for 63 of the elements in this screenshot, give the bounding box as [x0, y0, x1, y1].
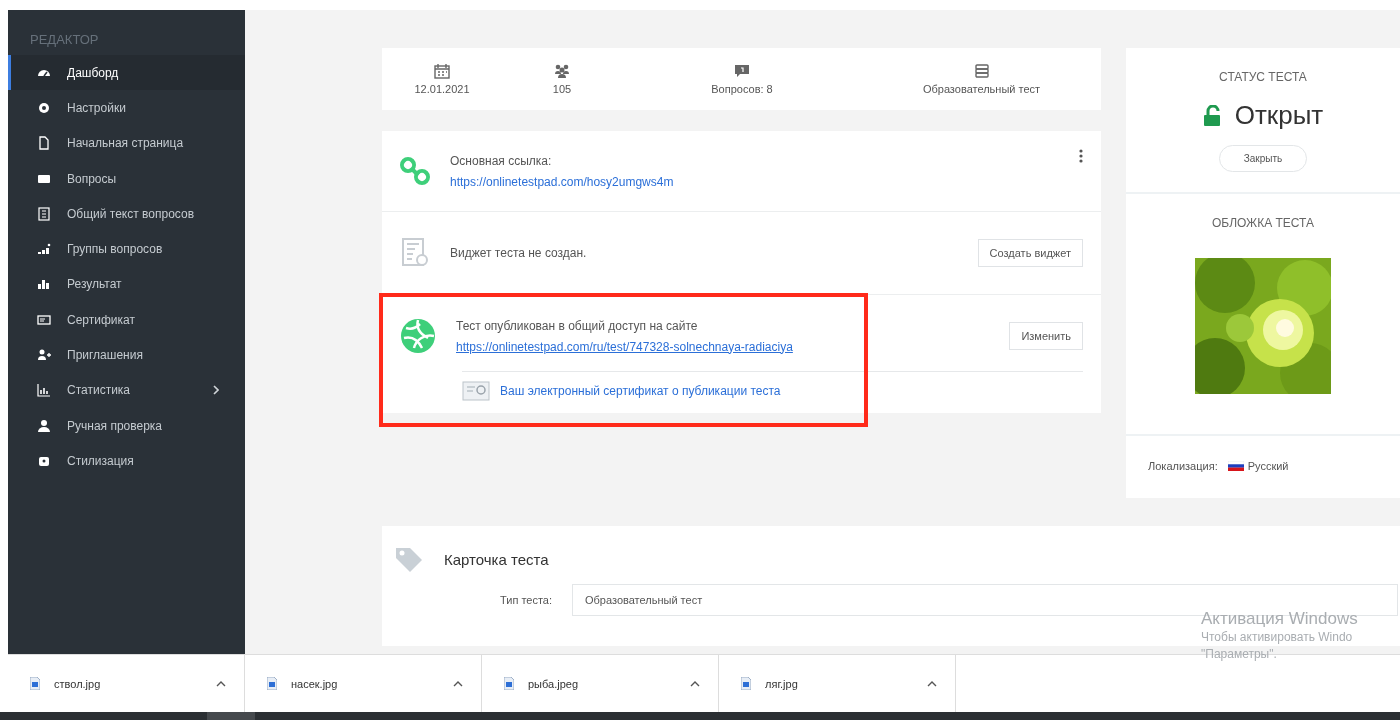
file-icon	[741, 677, 751, 691]
sidebar-item[interactable]: Начальная страница	[8, 125, 245, 161]
chevron-up-icon	[453, 680, 463, 687]
more-icon	[1079, 149, 1083, 163]
certificate-icon	[37, 312, 51, 327]
activation-text: "Параметры".	[1201, 646, 1278, 663]
calendar-icon	[434, 63, 450, 79]
certificate-link[interactable]: Ваш электронный сертификат о публикации теста	[500, 384, 781, 398]
chevron-up-icon	[216, 680, 226, 687]
status-heading: СТАТУС ТЕСТА	[1219, 70, 1307, 84]
main-link[interactable]: https://onlinetestpad.com/hosy2umgws4m	[450, 174, 674, 189]
field-label: Тип теста:	[500, 594, 552, 606]
document-icon	[37, 206, 51, 221]
flag-icon	[1227, 461, 1244, 471]
localization-label: Локализация:	[1148, 460, 1218, 472]
page-icon	[37, 136, 51, 151]
stat-value: 105	[552, 83, 572, 95]
file-icon	[267, 677, 277, 691]
stat-value: Вопросов: 8	[711, 83, 773, 95]
user-icon	[37, 418, 51, 433]
people-icon	[554, 63, 570, 79]
close-button[interactable]: Закрыть	[1218, 145, 1308, 172]
bar-chart-icon	[37, 277, 51, 292]
published-text: Тест опубликован в общий доступ на сайте	[456, 318, 699, 333]
certificate-icon	[462, 381, 490, 401]
taskbar-button[interactable]	[207, 712, 255, 720]
sidebar-item[interactable]: Результат	[8, 266, 245, 303]
chevron-up-icon	[690, 680, 700, 687]
link-label: Основная ссылка:	[450, 153, 553, 168]
widget-status-text: Виджет теста не создан.	[450, 246, 588, 260]
sidebar-item[interactable]: Настройки	[8, 90, 245, 126]
sidebar-item[interactable]: Вопросы	[8, 160, 245, 197]
status-text: Открыт	[1234, 100, 1324, 131]
create-widget-button[interactable]: Создать виджет	[977, 239, 1083, 267]
chart-icon	[37, 383, 51, 398]
question-icon	[734, 63, 750, 79]
cover-heading: ОБЛОЖКА ТЕСТА	[1211, 216, 1315, 230]
sidebar-item[interactable]: Статистика	[8, 372, 245, 408]
bar-chart-icon	[37, 242, 51, 257]
widget-settings-icon	[400, 237, 430, 269]
chain-link-icon	[400, 156, 430, 186]
book-stack-icon	[973, 63, 990, 79]
sidebar-item[interactable]: Приглашения	[8, 337, 245, 373]
gear-icon	[37, 100, 51, 115]
file-icon	[30, 677, 40, 691]
sidebar-item[interactable]: Сертификат	[8, 302, 245, 338]
sidebar-item[interactable]: Группы вопросов	[8, 231, 245, 267]
activation-text: Чтобы активировать Windo	[1201, 629, 1354, 646]
file-icon	[504, 677, 514, 691]
language-value: Русский	[1247, 460, 1289, 472]
globe-icon	[400, 318, 436, 354]
chevron-up-icon	[927, 680, 937, 687]
sidebar-item[interactable]: Стилизация	[8, 443, 245, 479]
user-add-icon	[37, 348, 51, 362]
sidebar-heading: РЕДАКТОР	[29, 32, 100, 49]
published-link[interactable]: https://onlinetestpad.com/ru/test/747328-solnechnaya-radiaciya	[456, 339, 990, 354]
stat-value: 12.01.2021	[414, 83, 470, 95]
card-title: Карточка теста	[444, 550, 549, 568]
sidebar-item[interactable]: Ручная проверка	[8, 407, 245, 444]
sidebar-item[interactable]: Общий текст вопросов	[8, 196, 245, 232]
change-button[interactable]: Изменить	[1009, 322, 1083, 350]
stat-value: Образовательный тест	[922, 83, 1041, 95]
sidebar-item[interactable]: Дашборд	[8, 55, 245, 91]
